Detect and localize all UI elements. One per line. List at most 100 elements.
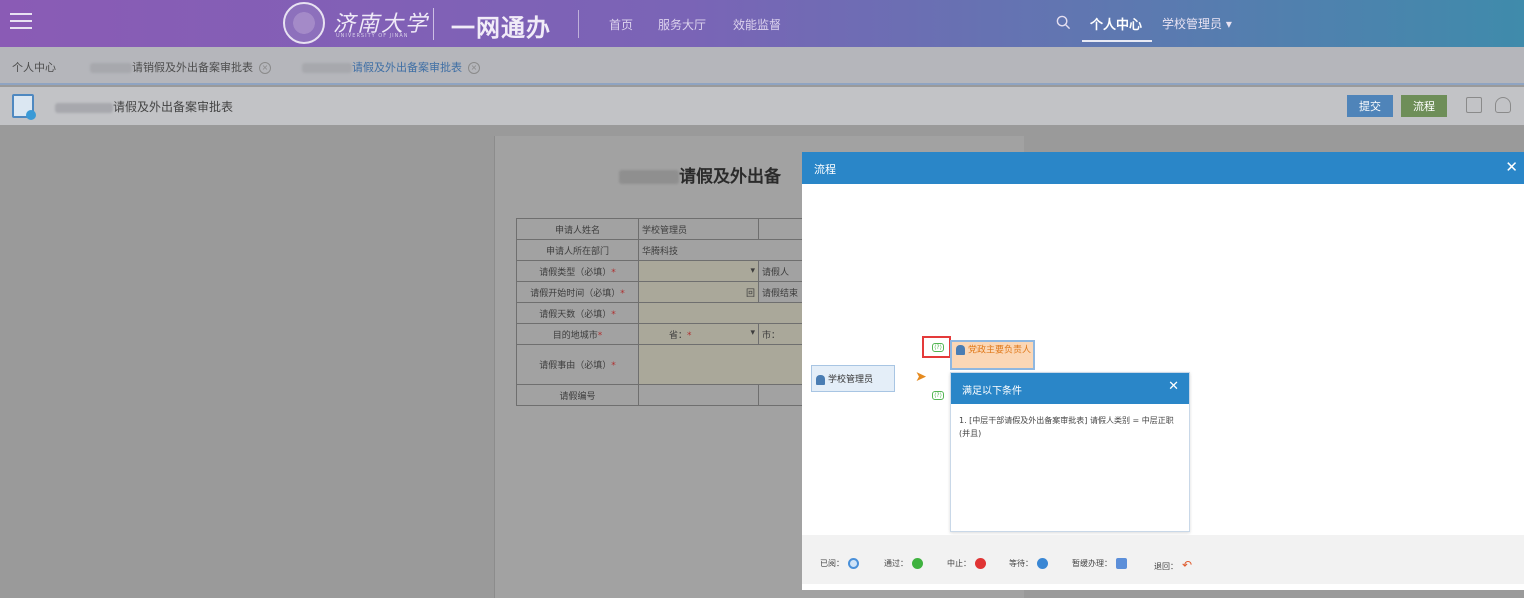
legend-label: 等待： xyxy=(1009,559,1033,568)
modal-title: 流程 xyxy=(814,163,836,176)
redacted-text xyxy=(302,63,352,73)
legend-label: 暂缓办理： xyxy=(1072,559,1112,568)
logo-divider xyxy=(433,8,434,40)
popup-header: 满足以下条件 ✕ xyxy=(951,373,1189,404)
close-icon[interactable]: × xyxy=(259,62,271,74)
legend-item: 已阅： xyxy=(820,558,859,569)
top-bar: 济南大学 UNIVERSITY OF JINAN 一网通办 首页 服务大厅 效能… xyxy=(0,0,1524,47)
condition-icon[interactable]: ⟨?⟩ xyxy=(932,391,944,400)
required-mark: * xyxy=(611,361,616,371)
role-dropdown[interactable]: 学校管理员 ▾ xyxy=(1162,15,1232,32)
document-icon xyxy=(12,94,36,120)
close-icon[interactable]: × xyxy=(468,62,480,74)
return-icon: ↶ xyxy=(1182,558,1193,572)
tab-leave-cancel-form[interactable]: 请销假及外出备案审批表 × xyxy=(90,59,271,75)
person-icon xyxy=(816,374,825,385)
active-nav-underline xyxy=(1082,40,1152,42)
legend-label: 中止： xyxy=(947,559,971,568)
leave-type-select[interactable]: ▾ xyxy=(638,260,759,282)
field-label-text: 请假事由（必填） xyxy=(539,361,612,371)
field-label-text: 请假天数（必填） xyxy=(539,309,612,320)
chevron-down-icon: ▾ xyxy=(750,327,755,338)
required-mark: * xyxy=(620,288,625,299)
flow-node-label: 党政主要负责人 xyxy=(968,345,1032,356)
flow-button[interactable]: 流程 xyxy=(1401,95,1447,117)
form-title: 请假及外出备 xyxy=(619,162,781,187)
popup-title: 满足以下条件 xyxy=(962,386,1022,397)
field-label: 请假开始时间（必填）* xyxy=(516,281,639,303)
city-label: 市： xyxy=(762,330,781,341)
field-label-text: 请假开始时间（必填） xyxy=(530,288,621,299)
redacted-text xyxy=(619,170,679,184)
tab-label: 请销假及外出备案审批表 xyxy=(132,61,253,74)
legend-item: 退回： ↶ xyxy=(1154,558,1192,572)
nav-user-center[interactable]: 个人中心 xyxy=(1090,14,1142,33)
search-icon[interactable] xyxy=(1056,15,1071,30)
redacted-text xyxy=(55,102,113,113)
field-label: 申请人所在部门 xyxy=(516,239,639,261)
flow-node-school-admin[interactable]: 学校管理员 xyxy=(811,365,895,392)
condition-icon[interactable]: ⟨?⟩ xyxy=(932,343,944,352)
redacted-text xyxy=(90,63,132,73)
flow-modal: 流程 ✕ 学校管理员 ➤ ⟨?⟩ ⟨?⟩ 党政主要负责人 满足以下条件 ✕ 1.… xyxy=(802,152,1524,590)
document-title-text: 请假及外出备案审批表 xyxy=(113,100,234,114)
table-row: 请假事由（必填）* xyxy=(516,344,846,385)
flow-node-label: 学校管理员 xyxy=(828,375,874,385)
legend-item: 等待： xyxy=(1009,558,1048,569)
magnifier-icon xyxy=(848,558,859,569)
table-row: 请假类型（必填）* ▾ 请假人 xyxy=(516,260,846,282)
tabs-bar: 个人中心 请销假及外出备案审批表 × 请假及外出备案审批表 × xyxy=(0,47,1524,85)
required-mark: * xyxy=(687,330,692,341)
start-time-input[interactable]: 回 xyxy=(638,281,759,303)
condition-popup: 满足以下条件 ✕ 1. [中层干部请假及外出备案审批表] 请假人类别 = 中层正… xyxy=(950,372,1190,532)
legend-item: 暂缓办理： xyxy=(1072,558,1127,569)
field-label-text: 请假类型（必填） xyxy=(539,267,612,278)
table-row: 目的地城市* 省：* ▾ 市： xyxy=(516,323,846,345)
table-row: 请假开始时间（必填）* 回 请假结束 xyxy=(516,281,846,303)
legend-label: 已阅： xyxy=(820,559,844,568)
nav-efficiency-supervision[interactable]: 效能监督 xyxy=(733,16,781,33)
status-legend: 已阅： 通过： 中止： 等待： 暂缓办理： 退回： ↶ xyxy=(802,535,1524,584)
nav-divider xyxy=(578,10,579,38)
leave-number-value xyxy=(638,384,759,406)
comment-icon xyxy=(1116,558,1127,569)
nav-home[interactable]: 首页 xyxy=(609,16,633,33)
nav-service-hall[interactable]: 服务大厅 xyxy=(658,16,706,33)
submit-button[interactable]: 提交 xyxy=(1347,95,1393,117)
print-icon[interactable] xyxy=(1495,97,1511,113)
field-label-text: 目的地城市 xyxy=(552,330,598,341)
calendar-icon[interactable]: 回 xyxy=(746,289,755,299)
app-title: 一网通办 xyxy=(451,14,551,42)
check-icon xyxy=(912,558,923,569)
tab-leave-form[interactable]: 请假及外出备案审批表 × xyxy=(302,59,480,75)
field-label: 目的地城市* xyxy=(516,323,639,345)
legend-label: 通过： xyxy=(884,559,908,568)
form-title-text: 请假及外出备 xyxy=(679,167,781,187)
modal-header: 流程 ✕ xyxy=(802,152,1524,184)
clock-icon xyxy=(1037,558,1048,569)
flow-node-party-leader[interactable]: 党政主要负责人 xyxy=(950,340,1035,370)
close-icon[interactable]: ✕ xyxy=(1505,159,1518,175)
required-mark: * xyxy=(597,330,603,341)
close-icon[interactable]: ✕ xyxy=(1168,380,1179,394)
save-icon[interactable] xyxy=(1466,97,1482,113)
table-row: 申请人所在部门 华腾科技 xyxy=(516,239,846,261)
legend-label: 退回： xyxy=(1154,562,1178,571)
university-name-english: UNIVERSITY OF JINAN xyxy=(336,33,409,39)
leave-form-table: 申请人姓名 学校管理员 申 申请人所在部门 华腾科技 请假类型（必填）* ▾ 请… xyxy=(516,218,846,406)
field-label: 请假事由（必填）* xyxy=(516,344,639,385)
university-seal-logo xyxy=(283,2,325,44)
tab-user-center[interactable]: 个人中心 xyxy=(12,59,56,75)
province-select[interactable]: 省：* ▾ xyxy=(638,323,759,345)
document-toolbar: 请假及外出备案审批表 提交 流程 xyxy=(0,87,1524,125)
applicant-name-value: 学校管理员 xyxy=(638,218,759,240)
table-row: 请假天数（必填）* xyxy=(516,302,846,324)
legend-item: 中止： xyxy=(947,558,986,569)
hamburger-menu-icon[interactable] xyxy=(10,13,32,31)
condition-text: 1. [中层干部请假及外出备案审批表] 请假人类别 = 中层正职 (并且) xyxy=(959,416,1174,438)
field-label: 申请人姓名 xyxy=(516,218,639,240)
province-label: 省： xyxy=(669,330,688,341)
required-mark: * xyxy=(611,267,616,278)
person-icon xyxy=(956,345,965,355)
field-label: 请假天数（必填）* xyxy=(516,302,639,324)
